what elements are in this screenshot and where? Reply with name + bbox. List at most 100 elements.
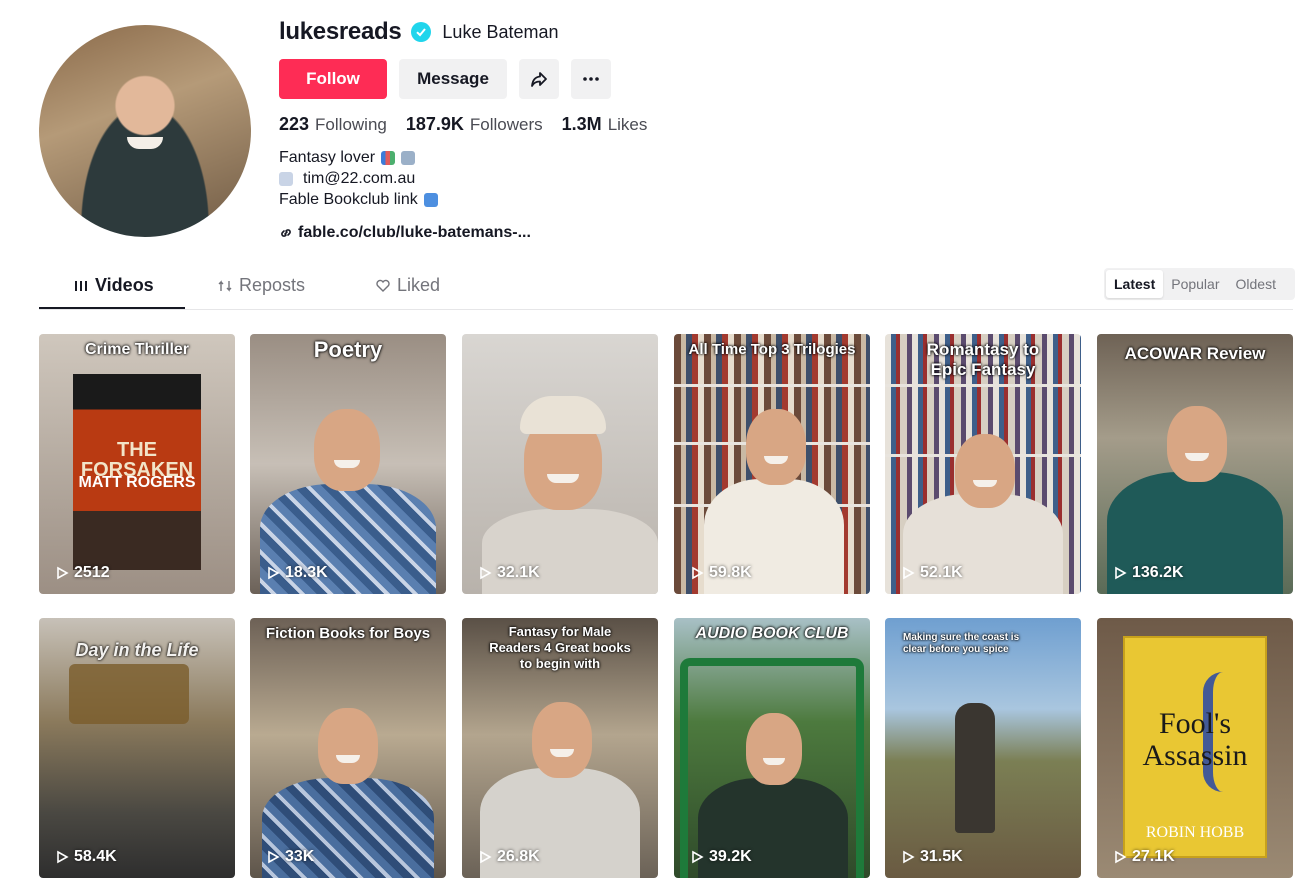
video-title: Poetry	[313, 337, 383, 362]
view-count-text: 59.8K	[709, 564, 752, 581]
view-count-text: 39.2K	[709, 848, 752, 865]
view-count: 52.1K	[901, 564, 963, 582]
view-count: 59.8K	[690, 564, 752, 582]
view-count: 33K	[266, 848, 314, 866]
video-card[interactable]: Poetry 18.3K	[250, 334, 446, 594]
view-count-text: 32.1K	[497, 564, 540, 581]
more-icon	[583, 77, 599, 81]
tab-label: Liked	[397, 275, 441, 295]
person-face	[314, 409, 380, 491]
view-count-text: 52.1K	[920, 564, 963, 581]
bookshelf-board	[674, 384, 870, 387]
down-arrow-emoji-icon	[423, 192, 438, 207]
video-card[interactable]: AUDIO BOOK CLUB 39.2K	[674, 618, 870, 878]
stat-followers[interactable]: 187.9K Followers	[406, 114, 543, 135]
play-icon	[480, 566, 492, 580]
view-count-text: 26.8K	[497, 848, 540, 865]
stat-following[interactable]: 223 Following	[279, 114, 387, 135]
share-icon	[531, 72, 547, 87]
view-count-text: 18.3K	[285, 564, 328, 581]
message-button[interactable]: Message	[399, 59, 507, 99]
stat-label: Following	[315, 115, 387, 134]
video-title: Day in the Life	[75, 640, 199, 660]
stat-likes: 1.3M Likes	[562, 114, 648, 135]
play-icon	[903, 566, 915, 580]
bio-line: tim@22.com.au	[279, 168, 666, 189]
person-face	[1167, 406, 1227, 482]
view-count: 18.3K	[266, 564, 328, 582]
view-count-text: 27.1K	[1132, 848, 1175, 865]
video-title: ACOWAR Review	[1124, 344, 1266, 363]
video-card[interactable]: Romantasy to Epic Fantasy 52.1K	[885, 334, 1081, 594]
view-count: 136.2K	[1113, 564, 1184, 582]
sort-latest[interactable]: Latest	[1106, 270, 1164, 298]
tab-label: Reposts	[239, 275, 306, 295]
video-title: Fiction Books for Boys	[265, 625, 431, 642]
tab-liked[interactable]: Liked	[375, 275, 440, 296]
profile-link[interactable]: fable.co/club/luke-batemans-...	[279, 224, 666, 242]
verified-badge-icon	[411, 22, 432, 42]
profile-header: lukesreads Luke Bateman Follow Message 2…	[279, 17, 666, 242]
video-card[interactable]: Fool's Assassin ROBIN HOBB 27.1K	[1097, 618, 1293, 878]
view-count: 32.1K	[478, 564, 540, 582]
bio-line: Fantasy lover	[279, 147, 666, 168]
more-options-button[interactable]	[571, 59, 611, 99]
video-card[interactable]: 32.1K	[462, 334, 658, 594]
action-buttons: Follow Message	[279, 59, 666, 99]
play-icon	[57, 850, 69, 864]
play-icon	[1115, 850, 1127, 864]
follow-button[interactable]: Follow	[279, 59, 387, 99]
stat-value: 187.9K	[405, 114, 464, 134]
view-count: 31.5K	[901, 848, 963, 866]
book-cover-author: ROBIN HOBB	[1145, 824, 1245, 841]
play-icon	[692, 566, 704, 580]
video-card[interactable]: All Time Top 3 Trilogies 59.8K	[674, 334, 870, 594]
stat-label: Likes	[607, 115, 648, 134]
play-icon	[1115, 566, 1127, 580]
book-cover: Fool's Assassin ROBIN HOBB	[1123, 636, 1267, 858]
person-face	[955, 434, 1015, 508]
username: lukesreads	[279, 18, 402, 45]
video-card[interactable]: Fantasy for Male Readers 4 Great books t…	[462, 618, 658, 878]
video-card[interactable]: THE FORSAKEN MATT ROGERS Crime Thriller …	[39, 334, 235, 594]
cap	[520, 396, 606, 434]
machinery	[69, 664, 189, 724]
play-icon	[903, 850, 915, 864]
grid-icon	[75, 280, 87, 291]
stat-value: 223	[279, 114, 310, 134]
view-count-text: 31.5K	[920, 848, 963, 865]
profile-stats: 223 Following 187.9K Followers 1.3M Likes	[279, 114, 666, 135]
video-title: Romantasy to Epic Fantasy	[926, 340, 1040, 379]
sort-oldest[interactable]: Oldest	[1228, 270, 1284, 298]
person-face	[532, 702, 592, 778]
play-icon	[268, 850, 280, 864]
heart-icon	[376, 279, 390, 292]
person-face	[746, 409, 806, 485]
video-card[interactable]: Day in the Life 58.4K	[39, 618, 235, 878]
video-card[interactable]: Fiction Books for Boys 33K	[250, 618, 446, 878]
sort-toggle: Latest Popular Oldest	[1104, 268, 1295, 300]
play-icon	[268, 566, 280, 580]
bookshelf-board	[885, 384, 1081, 387]
link-text: fable.co/club/luke-batemans-...	[298, 224, 531, 241]
bio-line: Fable Bookclub link	[279, 189, 666, 210]
view-count: 58.4K	[55, 848, 117, 866]
castle-emoji-icon	[401, 150, 416, 165]
view-count-text: 58.4K	[74, 848, 117, 865]
book-cover-author: MATT ROGERS	[78, 474, 196, 491]
view-count: 39.2K	[690, 848, 752, 866]
share-button[interactable]	[519, 59, 559, 99]
book-cover: THE FORSAKEN MATT ROGERS	[73, 374, 201, 570]
view-count-text: 2512	[74, 564, 110, 581]
bio: Fantasy lover tim@22.com.au Fable Bookcl…	[279, 147, 666, 210]
video-card[interactable]: Making sure the coast is clear before yo…	[885, 618, 1081, 878]
book-cover-title: Fool's Assassin	[1142, 707, 1248, 772]
bio-text: Fable Bookclub link	[279, 191, 418, 208]
play-icon	[692, 850, 704, 864]
profile-avatar[interactable]	[39, 25, 251, 237]
tab-reposts[interactable]: Reposts	[217, 275, 305, 296]
sort-popular[interactable]: Popular	[1163, 270, 1227, 298]
video-card[interactable]: ACOWAR Review 136.2K	[1097, 334, 1293, 594]
tab-videos[interactable]: Videos	[73, 275, 154, 296]
name-row: lukesreads Luke Bateman	[279, 17, 666, 47]
